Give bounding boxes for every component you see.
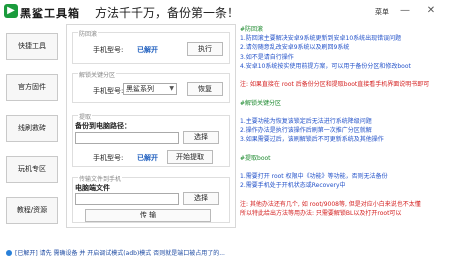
info-line: 2.操作办法是执行该操作后刷第一次推广分区就解 [240, 127, 372, 135]
group-title: 提取 [78, 112, 93, 121]
group-title: 传输文件到手机 [78, 174, 123, 183]
model-select[interactable]: 黑鲨系列 ▼ [123, 83, 177, 95]
model-select-value: 黑鲨系列 [126, 85, 154, 93]
info-line: 2.请勿随意乱改安卓9系统以及刷回9系统 [240, 44, 350, 52]
choose-path-button[interactable]: 选择 [183, 131, 219, 144]
group-title: 防回滚 [78, 29, 99, 38]
transfer-button[interactable]: 传 输 [85, 209, 211, 222]
app-logo-icon: ▶ [4, 4, 18, 18]
phone-model-label: 手机型号: [93, 87, 124, 95]
info-line: 1.防回滚主要解决安卓9系统更新到安卓10系统出现错误问题 [240, 35, 402, 43]
phone-model-label: 手机型号: [93, 46, 124, 54]
tools-panel: 防回滚 手机型号: 已解开 执行 解锁关键分区 手机型号: 黑鲨系列 ▼ 恢复 … [66, 24, 236, 228]
backup-path-input[interactable] [75, 132, 179, 144]
status-text: [已解开] 请先 需确设备 并 开启调试模式(adb)模式 否则就是端口被占用了… [15, 250, 225, 257]
pc-file-label: 电脑端文件 [75, 184, 110, 192]
close-icon[interactable]: ✕ [424, 4, 438, 18]
minimize-icon[interactable]: — [398, 4, 412, 18]
sidebar-item-quick-tools[interactable]: 快捷工具 [6, 33, 58, 60]
sidebar-item-flash-rescue[interactable]: 线刷救砖 [6, 115, 58, 142]
info-line: 3.如果需要过后，该刷解锁后不可更新系统及其他操作 [240, 136, 384, 144]
info-line: 注: 如果直接在 root 后备份分区和提取boot直接看手机界面说明书即可 [240, 81, 430, 89]
phone-status-value: 已解开 [137, 154, 158, 162]
choose-file-button[interactable]: 选择 [183, 192, 219, 205]
info-line: 注: 其他办法还有几个, 如 root/9008等, 但是对应小白来说也不太懂 [240, 200, 421, 208]
app-title: 黑鲨工具箱 [20, 7, 80, 20]
sidebar-item-tutorials[interactable]: 教程/资源 [6, 197, 58, 224]
restore-button[interactable]: 恢复 [187, 82, 223, 96]
transfer-group: 传输文件到手机 电脑端文件 选择 传 输 [72, 174, 230, 223]
sidebar: 快捷工具 官方固件 线刷救砖 玩机专区 教程/资源 [0, 24, 62, 250]
phone-model-label: 手机型号: [93, 154, 124, 162]
chevron-down-icon: ▼ [169, 85, 174, 92]
info-line: 3.如不是请自行操作 [240, 53, 294, 61]
start-extract-button[interactable]: 开始提取 [167, 150, 213, 164]
info-line: #解锁关键分区 [240, 99, 282, 107]
status-bar: [已解开] 请先 需确设备 并 开启调试模式(adb)模式 否则就是端口被占用了… [0, 248, 450, 258]
phone-status-value: 已解开 [137, 46, 158, 54]
info-line: 1.主要功能为恢复该锁定后无法进行系统降级问题 [240, 118, 372, 125]
info-line: 4.安卓10系统按实使用前提方案，可以用于备份分区和修改boot [240, 62, 411, 70]
status-dot-icon [6, 250, 12, 256]
info-line: #提取boot [240, 154, 271, 162]
extract-group: 提取 备份到电脑路径： 选择 手机型号: 已解开 开始提取 [72, 112, 230, 167]
pc-file-input[interactable] [75, 193, 179, 205]
info-line: 所以特此给出方法等用办法: 只需要解锁BL以及打开root可以 [240, 210, 402, 217]
title-bar: ▶ 黑鲨工具箱 方法千千万，备份第一条！ 菜单 — ✕ [0, 0, 450, 24]
info-line: #防回滚 [240, 26, 264, 33]
info-text-area: #防回滚 1.防回滚主要解决安卓9系统更新到安卓10系统出现错误问题 2.请勿随意乱… [240, 26, 446, 230]
group-title: 解锁关键分区 [78, 70, 117, 79]
app-slogan: 方法千千万，备份第一条！ [95, 6, 240, 20]
unlock-partitions-group: 解锁关键分区 手机型号: 黑鲨系列 ▼ 恢复 [72, 70, 230, 103]
execute-button[interactable]: 执行 [187, 42, 223, 56]
info-line: 1.需要打开 root 权限中《功能》等功能，否则无法备份 [240, 173, 388, 181]
sidebar-item-tinker-zone[interactable]: 玩机专区 [6, 156, 58, 183]
backup-path-label: 备份到电脑路径： [75, 122, 131, 130]
info-line: 2.需要手机处于开机状态或Recovery中 [240, 182, 346, 190]
anti-rollback-group: 防回滚 手机型号: 已解开 执行 [72, 29, 230, 64]
menu-button[interactable]: 菜单 [375, 7, 389, 17]
sidebar-item-official-firmware[interactable]: 官方固件 [6, 74, 58, 101]
